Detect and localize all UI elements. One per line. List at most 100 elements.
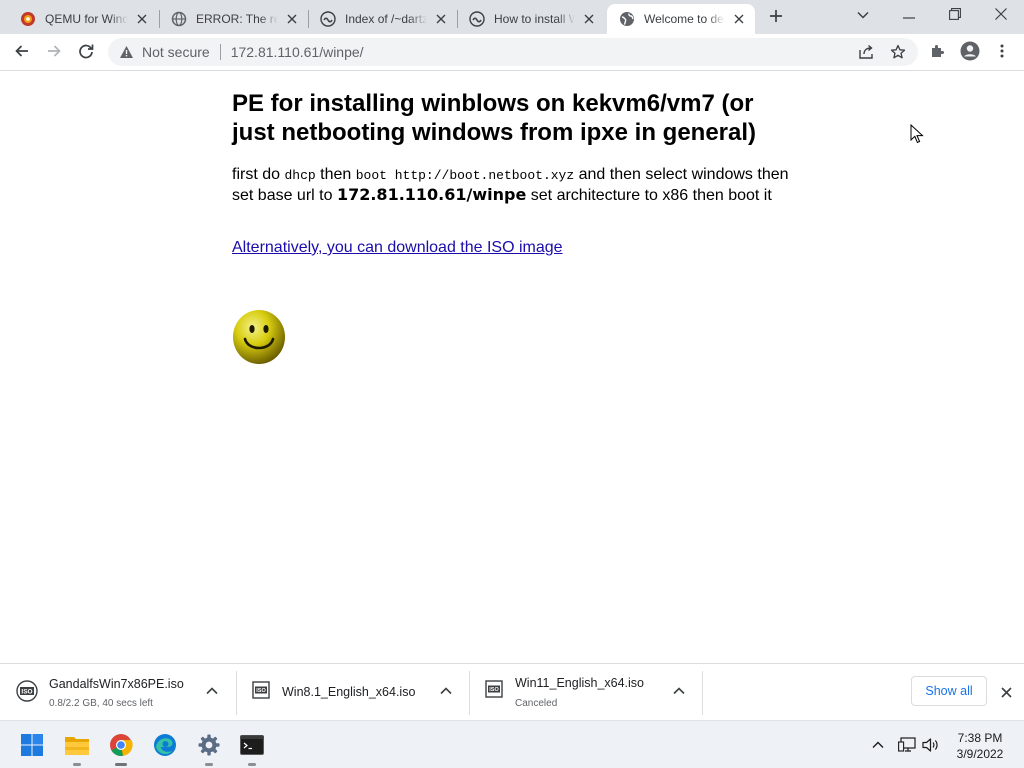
base-url-bold: 172.81.110.61/winpe xyxy=(336,185,527,204)
instruction-text: set architecture to x86 then boot it xyxy=(526,187,772,204)
download-item[interactable]: ISO GandalfsWin7x86PE.iso 0.8/2.2 GB, 40… xyxy=(0,664,236,720)
share-icon[interactable] xyxy=(858,44,874,60)
download-item[interactable]: ISO Win11_English_x64.iso Canceled xyxy=(469,664,702,720)
more-vert-icon xyxy=(1000,44,1004,61)
back-arrow-icon xyxy=(14,43,30,62)
tab-error[interactable]: ERROR: The requested URL could not be re… xyxy=(159,4,308,34)
running-indicator xyxy=(248,763,256,766)
globe-icon xyxy=(619,11,635,27)
svg-text:ISO: ISO xyxy=(21,689,32,696)
iso-file-icon: ISO xyxy=(252,681,270,702)
tab-welcome-active[interactable]: Welcome to deb xyxy=(607,4,755,34)
network-icon[interactable] xyxy=(897,735,917,755)
star-icon[interactable] xyxy=(890,44,906,60)
running-indicator xyxy=(205,763,213,766)
clock-date: 3/9/2022 xyxy=(956,747,1004,761)
instruction-text: then xyxy=(315,166,356,183)
download-item[interactable]: ISO Win8.1_English_x64.iso xyxy=(236,664,469,720)
command-boot: boot http://boot.netboot.xyz xyxy=(355,168,575,183)
tab-qemu[interactable]: QEMU for Windows xyxy=(8,4,158,34)
reload-icon xyxy=(78,43,94,62)
chevron-up-icon[interactable] xyxy=(439,684,453,698)
download-filename: GandalfsWin7x86PE.iso xyxy=(49,677,184,691)
forward-arrow-icon xyxy=(46,43,62,62)
download-divider xyxy=(702,671,703,715)
close-icon xyxy=(995,7,1007,23)
profile-button[interactable] xyxy=(956,38,984,66)
url-text[interactable]: 172.81.110.61/winpe/ xyxy=(231,44,364,60)
volume-icon[interactable] xyxy=(921,735,941,755)
back-button[interactable] xyxy=(8,38,36,66)
minimize-button[interactable] xyxy=(886,0,932,30)
tilde-server-icon xyxy=(469,11,485,27)
reload-button[interactable] xyxy=(72,38,100,66)
download-status: Canceled xyxy=(515,698,558,709)
tab-title: Index of /~dartz xyxy=(345,12,427,26)
tab-strip: QEMU for Windows ERROR: The requested UR… xyxy=(0,0,1024,34)
close-icon[interactable] xyxy=(731,11,747,27)
menu-button[interactable] xyxy=(988,38,1016,66)
close-icon[interactable] xyxy=(433,11,449,27)
chevron-up-icon[interactable] xyxy=(672,684,686,698)
tab-title: How to install Windows xyxy=(494,12,575,26)
running-indicator xyxy=(115,763,127,766)
download-status: 0.8/2.2 GB, 40 secs left xyxy=(49,698,153,709)
mouse-cursor-icon xyxy=(910,123,924,147)
running-indicator xyxy=(73,763,81,766)
chevron-up-icon[interactable] xyxy=(868,735,888,755)
minimize-icon xyxy=(903,8,915,22)
instructions-paragraph: first do dhcp then boot http://boot.netb… xyxy=(232,165,792,205)
tab-search-button[interactable] xyxy=(840,0,886,30)
tilde-server-icon xyxy=(320,11,336,27)
svg-text:ISO: ISO xyxy=(489,687,499,693)
close-icon[interactable] xyxy=(998,684,1014,700)
plus-icon xyxy=(769,9,783,26)
close-icon[interactable] xyxy=(134,11,150,27)
page-content: PE for installing winblows on kekvm6/vm7… xyxy=(232,89,792,364)
chevron-up-icon[interactable] xyxy=(205,684,219,698)
close-icon[interactable] xyxy=(581,11,597,27)
tab-index-dartz[interactable]: Index of /~dartz xyxy=(308,4,457,34)
tab-title: ERROR: The requested URL could not be re… xyxy=(196,12,278,26)
extensions-button[interactable] xyxy=(924,38,952,66)
system-clock[interactable]: 7:38 PM 3/9/2022 xyxy=(946,730,1014,762)
security-label[interactable]: Not secure xyxy=(142,44,210,60)
window-close-button[interactable] xyxy=(978,0,1024,30)
tab-title: QEMU for Windows xyxy=(45,12,128,26)
forward-button[interactable] xyxy=(40,38,68,66)
edge-icon[interactable] xyxy=(149,729,181,761)
iso-file-icon: ISO xyxy=(485,680,503,701)
globe-icon xyxy=(171,11,187,27)
iso-file-icon: ISO xyxy=(16,680,38,705)
smiley-face-icon xyxy=(232,309,286,368)
download-filename: Win8.1_English_x64.iso xyxy=(282,685,416,699)
file-explorer-icon[interactable] xyxy=(61,729,93,766)
page-heading: PE for installing winblows on kekvm6/vm7… xyxy=(232,90,757,146)
windows-start-icon[interactable] xyxy=(16,729,48,761)
show-all-button[interactable]: Show all xyxy=(911,676,987,706)
profile-avatar-icon xyxy=(960,41,980,64)
address-bar[interactable]: Not secure 172.81.110.61/winpe/ xyxy=(108,38,918,66)
terminal-icon[interactable] xyxy=(236,729,268,766)
extensions-puzzle-icon xyxy=(930,43,946,62)
divider xyxy=(219,44,221,60)
close-icon[interactable] xyxy=(284,11,300,27)
download-filename: Win11_English_x64.iso xyxy=(515,676,645,690)
instruction-text: first do xyxy=(232,166,285,183)
windows-taskbar: 7:38 PM 3/9/2022 xyxy=(0,720,1024,768)
settings-gear-icon[interactable] xyxy=(193,729,225,766)
clock-time: 7:38 PM xyxy=(957,731,1003,745)
tab-title: Welcome to deb xyxy=(644,12,725,26)
restore-button[interactable] xyxy=(932,0,978,30)
chrome-icon[interactable] xyxy=(105,729,137,766)
restore-icon xyxy=(949,7,961,23)
browser-toolbar: Not secure 172.81.110.61/winpe/ xyxy=(0,34,1024,71)
command-dhcp: dhcp xyxy=(284,168,316,183)
new-tab-button[interactable] xyxy=(754,2,798,32)
chevron-down-icon xyxy=(857,8,869,22)
download-shelf: ISO GandalfsWin7x86PE.iso 0.8/2.2 GB, 40… xyxy=(0,663,1024,720)
warning-icon[interactable] xyxy=(118,44,134,60)
tab-how-to-install[interactable]: How to install Windows xyxy=(457,4,605,34)
iso-download-link[interactable]: Alternatively, you can download the ISO … xyxy=(232,239,792,257)
qemu-icon xyxy=(20,11,36,27)
